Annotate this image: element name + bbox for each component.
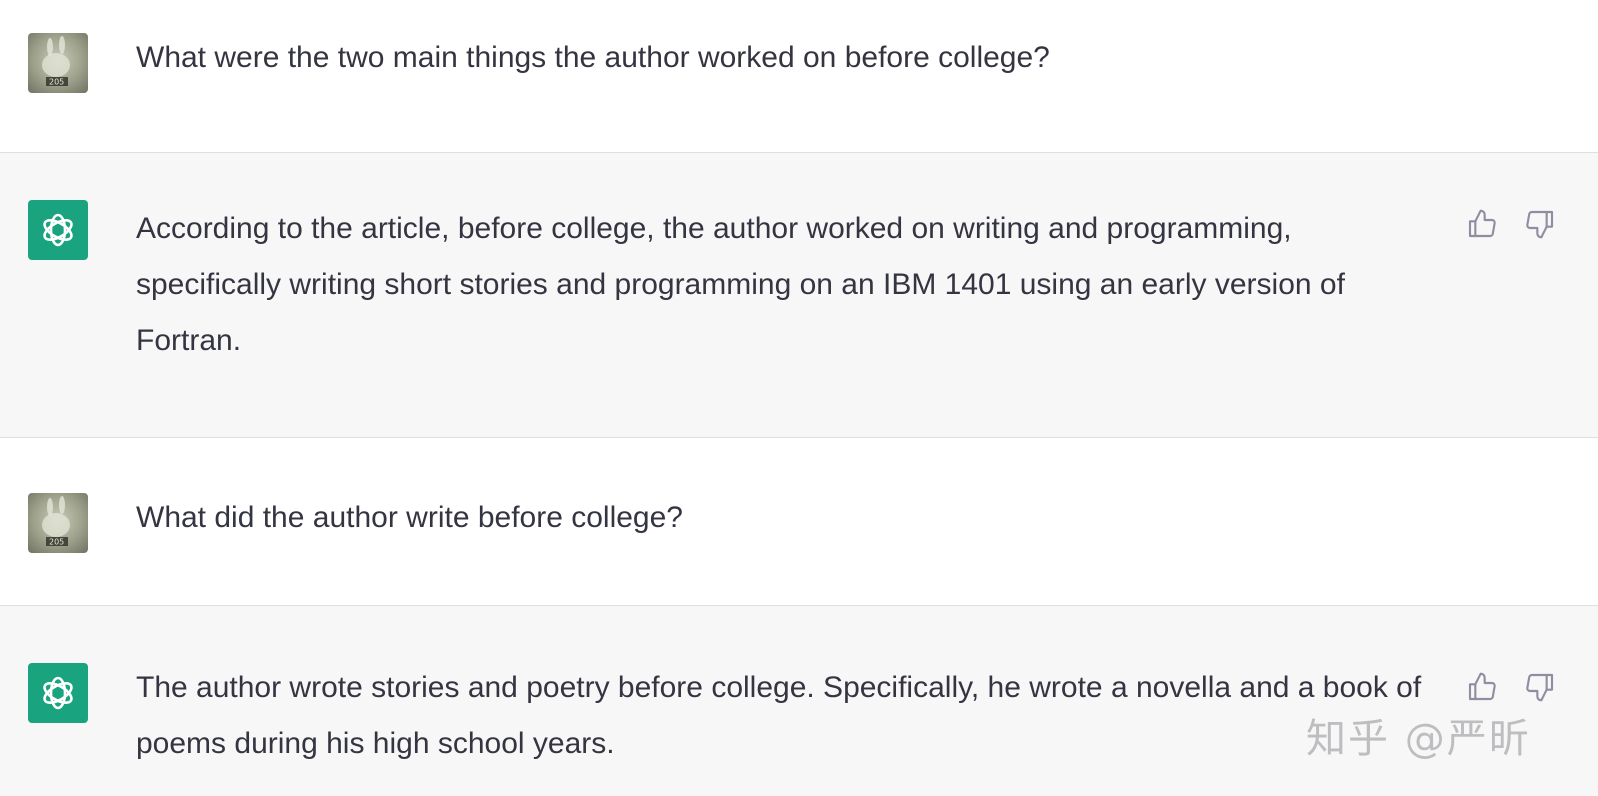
assistant-message: The author wrote stories and poetry befo… bbox=[0, 606, 1598, 796]
thumbs-down-icon[interactable] bbox=[1524, 208, 1556, 240]
openai-logo-icon bbox=[43, 213, 73, 247]
thumbs-up-icon[interactable] bbox=[1466, 208, 1498, 240]
user-message: 205 What were the two main things the au… bbox=[0, 0, 1598, 153]
assistant-avatar bbox=[28, 663, 88, 723]
feedback-actions bbox=[1466, 671, 1556, 703]
message-text: The author wrote stories and poetry befo… bbox=[136, 671, 1422, 760]
user-message: 205 What did the author write before col… bbox=[0, 438, 1598, 606]
message-text: What were the two main things the author… bbox=[136, 41, 1050, 74]
user-avatar: 205 bbox=[28, 493, 88, 553]
thumbs-up-icon[interactable] bbox=[1466, 671, 1498, 703]
assistant-message: According to the article, before college… bbox=[0, 153, 1598, 438]
openai-logo-icon bbox=[43, 676, 73, 710]
rabbit-avatar-icon: 205 bbox=[42, 36, 70, 87]
feedback-actions bbox=[1466, 208, 1556, 240]
svg-text:205: 205 bbox=[49, 538, 64, 547]
thumbs-down-icon[interactable] bbox=[1524, 671, 1556, 703]
assistant-avatar bbox=[28, 200, 88, 260]
user-avatar: 205 bbox=[28, 33, 88, 93]
chat-thread: 205 What were the two main things the au… bbox=[0, 0, 1598, 796]
watermark: 知乎 @严昕 bbox=[1306, 716, 1531, 762]
svg-text:205: 205 bbox=[49, 78, 64, 87]
message-text: What did the author write before college… bbox=[136, 501, 683, 534]
message-text: According to the article, before college… bbox=[136, 212, 1345, 357]
rabbit-avatar-icon: 205 bbox=[42, 496, 70, 547]
